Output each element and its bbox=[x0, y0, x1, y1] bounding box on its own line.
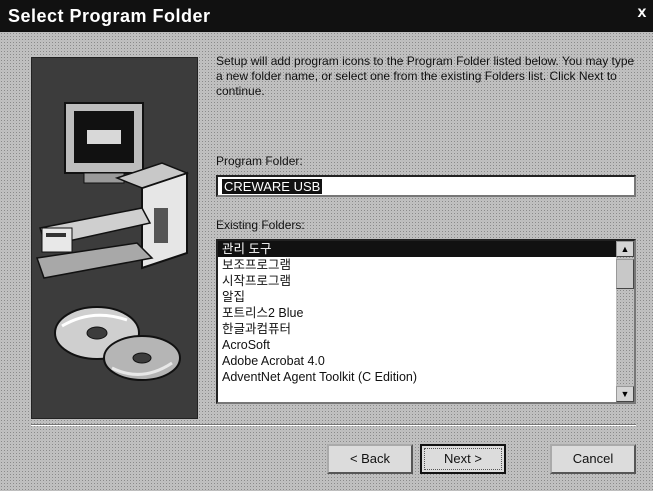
existing-folders-list[interactable]: 관리 도구 보조프로그램 시작프로그램 알집 포트리스2 Blue 한글과컴퓨터 AcroS… bbox=[216, 239, 636, 404]
next-button[interactable]: Next > bbox=[420, 444, 506, 474]
folder-items: 관리 도구 보조프로그램 시작프로그램 알집 포트리스2 Blue 한글과컴퓨터 AcroS… bbox=[218, 241, 616, 385]
computer-cd-illustration bbox=[32, 58, 197, 418]
dialog-body: Setup will add program icons to the Prog… bbox=[0, 32, 653, 491]
close-icon[interactable]: x bbox=[633, 4, 651, 22]
select-program-folder-dialog: Select Program Folder x Setup will add p… bbox=[0, 0, 653, 491]
title-bar: Select Program Folder x bbox=[0, 0, 653, 32]
program-folder-label: Program Folder: bbox=[216, 154, 303, 168]
instructions-text: Setup will add program icons to the Prog… bbox=[216, 54, 635, 98]
existing-folders-label: Existing Folders: bbox=[216, 218, 305, 232]
folder-list-item[interactable]: Adobe Acrobat 4.0 bbox=[218, 353, 616, 369]
program-folder-value: CREWARE USB bbox=[222, 179, 323, 194]
setup-illustration bbox=[31, 57, 198, 419]
button-separator bbox=[31, 424, 636, 426]
back-button[interactable]: < Back bbox=[327, 444, 413, 474]
folder-list-item[interactable]: 알집 bbox=[218, 289, 616, 305]
cancel-button[interactable]: Cancel bbox=[550, 444, 636, 474]
program-folder-input[interactable]: CREWARE USB bbox=[216, 175, 636, 197]
arrow-up-icon[interactable]: ▲ bbox=[616, 241, 634, 257]
folder-list-item[interactable]: AdventNet Agent Toolkit (C Edition) bbox=[218, 369, 616, 385]
window-title: Select Program Folder bbox=[8, 6, 211, 26]
folder-list-item[interactable]: 포트리스2 Blue bbox=[218, 305, 616, 321]
scroll-thumb[interactable] bbox=[616, 259, 634, 289]
folder-list-item[interactable]: 보조프로그램 bbox=[218, 257, 616, 273]
folder-list-item[interactable]: 한글과컴퓨터 bbox=[218, 321, 616, 337]
arrow-down-icon[interactable]: ▼ bbox=[616, 386, 634, 402]
folder-list-item[interactable]: 시작프로그램 bbox=[218, 273, 616, 289]
folder-list-item[interactable]: 관리 도구 bbox=[218, 241, 616, 257]
folder-list-item[interactable]: AcroSoft bbox=[218, 337, 616, 353]
list-scrollbar[interactable]: ▲ ▼ bbox=[616, 241, 634, 402]
